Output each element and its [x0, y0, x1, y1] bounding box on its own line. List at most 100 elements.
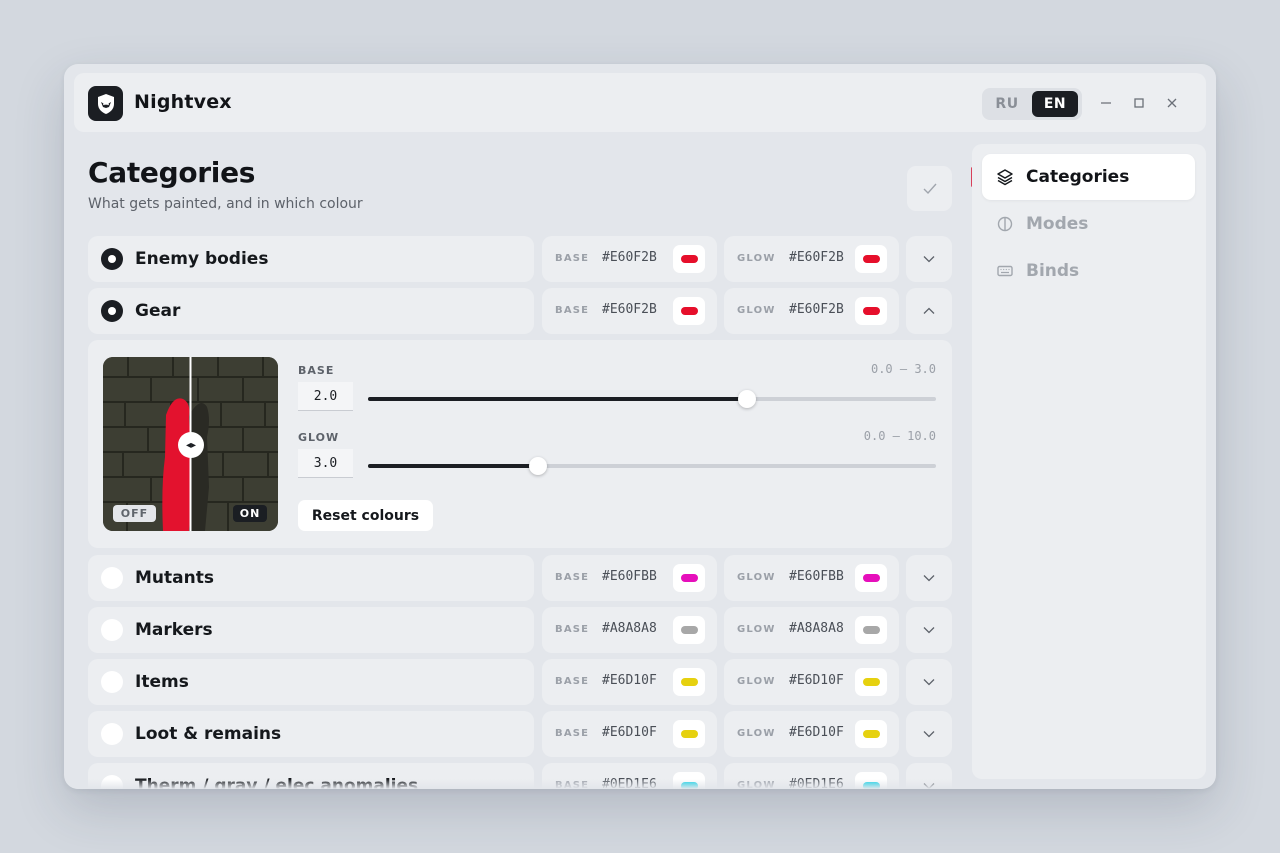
category-row[interactable]: Items: [88, 659, 534, 705]
lang-en-button[interactable]: EN: [1032, 91, 1078, 117]
glow-swatch: [862, 574, 880, 582]
category-row[interactable]: Enemy bodies: [88, 236, 534, 282]
glow-swatch-button[interactable]: [855, 668, 887, 696]
category-toggle[interactable]: [101, 619, 123, 641]
category-toggle[interactable]: [101, 248, 123, 270]
glow-colour-cell[interactable]: GLOW #E60F2B: [724, 288, 899, 334]
base-swatch: [680, 626, 698, 634]
glow-colour-cell[interactable]: GLOW #E60F2B: [724, 236, 899, 282]
base-slider[interactable]: [368, 390, 936, 408]
reset-colours-button[interactable]: Reset colours: [298, 500, 433, 531]
confirm-button[interactable]: [907, 166, 952, 211]
base-colour-cell[interactable]: BASE #E60FBB: [542, 555, 717, 601]
glow-colour-cell[interactable]: GLOW #E6D10F: [724, 711, 899, 757]
category-row[interactable]: Markers: [88, 607, 534, 653]
base-value-input[interactable]: 2.0: [298, 382, 353, 411]
expand-toggle-button[interactable]: [906, 711, 952, 757]
page-subtitle: What gets painted, and in which colour: [88, 196, 363, 212]
expand-toggle-button[interactable]: [906, 288, 952, 334]
glow-swatch: [862, 307, 880, 315]
glow-value-input[interactable]: 3.0: [298, 449, 353, 478]
close-button[interactable]: [1158, 90, 1186, 116]
category-toggle[interactable]: [101, 671, 123, 693]
keyboard-icon: [997, 265, 1013, 277]
glow-swatch-button[interactable]: [855, 616, 887, 644]
category-name: Markers: [135, 620, 213, 640]
base-swatch: [680, 307, 698, 315]
base-swatch-button[interactable]: [673, 668, 705, 696]
base-colour-cell[interactable]: BASE #A8A8A8: [542, 607, 717, 653]
base-colour-cell[interactable]: BASE #E60F2B: [542, 236, 717, 282]
base-swatch: [680, 678, 698, 686]
sidebar-item-categories[interactable]: Categories: [982, 154, 1195, 200]
app-name: Nightvex: [134, 91, 232, 113]
category-row[interactable]: Loot & remains: [88, 711, 534, 757]
maximize-button[interactable]: [1125, 90, 1153, 116]
category-toggle[interactable]: [101, 300, 123, 322]
glow-tag: GLOW: [737, 676, 776, 687]
base-slider-thumb[interactable]: [737, 390, 756, 408]
glow-slider[interactable]: [368, 457, 936, 475]
base-colour-cell[interactable]: BASE #E60F2B: [542, 288, 717, 334]
glow-swatch-button[interactable]: [855, 720, 887, 748]
base-tag: BASE: [555, 728, 590, 739]
lang-ru-button[interactable]: RU: [984, 91, 1030, 117]
expand-toggle-button[interactable]: [906, 607, 952, 653]
chevron-down-icon: [923, 627, 935, 634]
base-hex: #E60F2B: [602, 250, 657, 265]
chevron-down-icon: [923, 731, 935, 738]
base-tag: BASE: [555, 305, 590, 316]
glow-swatch-button[interactable]: [855, 297, 887, 325]
base-hex: #E60FBB: [602, 569, 657, 584]
glow-colour-cell[interactable]: GLOW #A8A8A8: [724, 607, 899, 653]
base-swatch-button[interactable]: [673, 564, 705, 592]
category-name: Gear: [135, 301, 181, 321]
title-bar: Nightvex RU EN: [74, 73, 1206, 132]
glow-swatch-button[interactable]: [855, 564, 887, 592]
base-swatch-button[interactable]: [673, 245, 705, 273]
glow-swatch-button[interactable]: [855, 245, 887, 273]
minimize-icon: [1101, 102, 1111, 104]
expand-toggle-button[interactable]: [906, 659, 952, 705]
base-tag: BASE: [555, 676, 590, 687]
page-title: Categories: [88, 156, 256, 189]
sidebar-item-binds[interactable]: Binds: [982, 248, 1195, 294]
base-tag: BASE: [555, 624, 590, 635]
category-name: Enemy bodies: [135, 249, 269, 269]
layers-icon: [997, 169, 1013, 186]
base-slider-label: BASE: [298, 364, 335, 377]
category-toggle[interactable]: [101, 723, 123, 745]
category-toggle[interactable]: [101, 567, 123, 589]
category-row[interactable]: Mutants: [88, 555, 534, 601]
sidebar-item-label: Binds: [1026, 261, 1080, 281]
sidebar-item-label: Categories: [1026, 167, 1130, 187]
compare-slider-handle[interactable]: ◂▸: [178, 432, 204, 458]
app-window: Nightvex RU EN Categories What gets pain…: [64, 64, 1216, 789]
glow-colour-cell[interactable]: GLOW #E6D10F: [724, 659, 899, 705]
glow-tag: GLOW: [737, 253, 776, 264]
base-tag: BASE: [555, 253, 590, 264]
base-hex: #A8A8A8: [602, 621, 657, 636]
minimize-button[interactable]: [1092, 90, 1120, 116]
expand-toggle-button[interactable]: [906, 236, 952, 282]
chevron-down-icon: [923, 256, 935, 263]
base-colour-cell[interactable]: BASE #E6D10F: [542, 711, 717, 757]
chevron-up-icon: [923, 307, 935, 314]
gear-settings-panel: ◂▸ OFF ON BASE 0.0 – 3.0 2.0 GLOW 0.0 – …: [88, 340, 952, 548]
base-colour-cell[interactable]: BASE #E6D10F: [542, 659, 717, 705]
glow-hex: #E60FBB: [789, 569, 844, 584]
category-name: Loot & remains: [135, 724, 282, 744]
category-name: Mutants: [135, 568, 214, 588]
glow-colour-cell[interactable]: GLOW #E60FBB: [724, 555, 899, 601]
expand-toggle-button[interactable]: [906, 555, 952, 601]
comparison-preview[interactable]: ◂▸ OFF ON: [103, 357, 278, 531]
preview-off-tag: OFF: [113, 505, 156, 522]
base-swatch-button[interactable]: [673, 720, 705, 748]
glow-hex: #E6D10F: [789, 673, 844, 688]
base-hex: #E60F2B: [602, 302, 657, 317]
sidebar-item-modes[interactable]: Modes: [982, 201, 1195, 247]
category-row[interactable]: Gear: [88, 288, 534, 334]
base-swatch-button[interactable]: [673, 297, 705, 325]
base-swatch-button[interactable]: [673, 616, 705, 644]
glow-slider-thumb[interactable]: [529, 457, 548, 475]
